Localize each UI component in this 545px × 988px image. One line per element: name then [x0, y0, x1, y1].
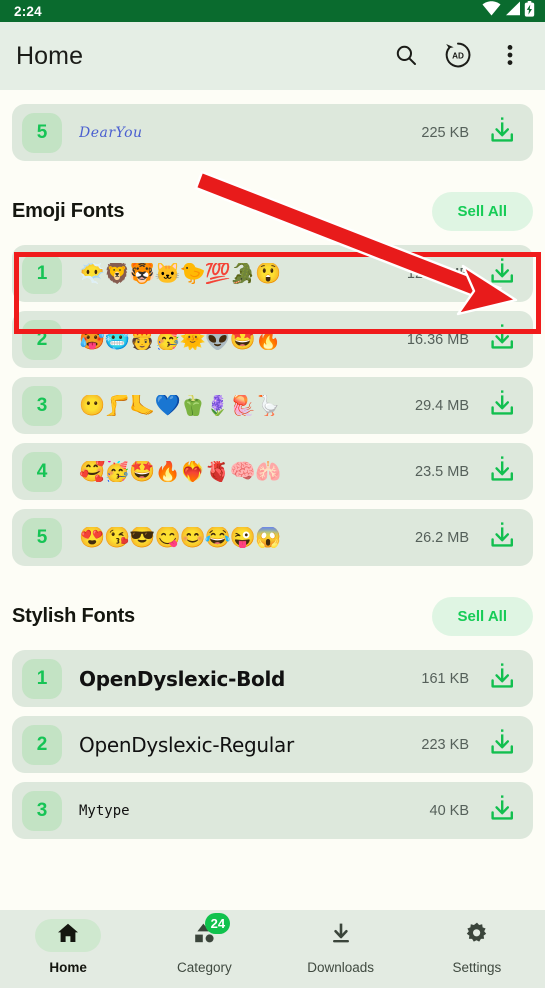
wifi-icon — [482, 1, 501, 21]
nav-badge-category: 24 — [205, 913, 231, 934]
download-button[interactable] — [485, 521, 519, 555]
nav-label-settings: Settings — [452, 960, 502, 975]
nav-label-category: Category — [176, 960, 232, 975]
font-name: 🥵🥶🫅🥳🌞👽🤩🔥 — [79, 329, 281, 350]
cellular-signal-icon — [504, 1, 521, 21]
font-name: OpenDyslexic-Bold — [79, 666, 286, 691]
font-list-item[interactable]: 1 😶‍🌫️🦁🐯🐱🐤💯🐊😲 12.92 MB — [12, 245, 533, 302]
nav-item-home[interactable]: Home — [0, 919, 136, 975]
download-button[interactable] — [485, 728, 519, 762]
nav-item-category[interactable]: 24 Category — [136, 913, 272, 975]
download-icon — [487, 454, 517, 489]
font-size-label: 223 KB — [421, 736, 469, 753]
app-bar: Home AD — [0, 22, 545, 90]
svg-text:AD: AD — [452, 51, 464, 60]
font-name: DearYou — [79, 124, 143, 141]
font-size-label: 12.92 MB — [406, 265, 469, 282]
rank-badge: 1 — [22, 253, 62, 294]
font-list-item[interactable]: 5 😍😘😎😋😊😂😜😱 26.2 MB — [12, 509, 533, 566]
download-icon — [487, 793, 517, 828]
overflow-menu-button[interactable] — [489, 35, 531, 77]
nav-item-settings[interactable]: Settings — [409, 919, 545, 975]
nav-icon-wrap-downloads — [308, 919, 374, 952]
download-button[interactable] — [485, 794, 519, 828]
font-size-label: 16.36 MB — [406, 331, 469, 348]
font-size-label: 40 KB — [429, 802, 470, 819]
sell-all-button-stylish-fonts[interactable]: Sell All — [431, 597, 533, 636]
font-name: Mytype — [79, 802, 130, 819]
nav-icon-wrap-category: 24 — [171, 913, 237, 952]
overflow-menu-icon — [507, 43, 513, 70]
download-icon — [487, 661, 517, 696]
download-icon — [487, 322, 517, 357]
download-icon — [487, 256, 517, 291]
download-icon — [487, 115, 517, 150]
bottom-navigation-bar: Home 24 Category Downloads Settings — [0, 910, 545, 988]
download-icon — [487, 388, 517, 423]
rank-badge: 2 — [22, 724, 62, 765]
section-title: Emoji Fonts — [12, 200, 125, 222]
sell-all-button-emoji-fonts[interactable]: Sell All — [431, 192, 533, 231]
rank-badge: 1 — [22, 658, 62, 699]
font-size-label: 26.2 MB — [415, 529, 469, 546]
battery-charging-icon — [524, 0, 535, 22]
font-list-item[interactable]: 2 OpenDyslexic-Regular 223 KB — [12, 716, 533, 773]
nav-icon-wrap-home — [35, 919, 102, 952]
download-icon — [487, 520, 517, 555]
download-button[interactable] — [485, 257, 519, 291]
home-icon — [56, 921, 80, 950]
search-icon — [394, 43, 418, 70]
nav-label-downloads: Downloads — [307, 960, 375, 975]
section-header-emoji-fonts: Emoji Fonts Sell All — [0, 170, 545, 245]
font-list-item[interactable]: 1 OpenDyslexic-Bold 161 KB — [12, 650, 533, 707]
nav-icon-wrap-settings — [444, 919, 510, 952]
download-icon — [329, 921, 353, 950]
scrollable-content[interactable]: 5 DearYou 225 KB Emoji Fonts Sell All 1 … — [0, 90, 545, 910]
font-name: 😶‍🌫️🦁🐯🐱🐤💯🐊😲 — [79, 263, 281, 284]
font-list-item[interactable]: 3 Mytype 40 KB — [12, 782, 533, 839]
nav-item-downloads[interactable]: Downloads — [273, 919, 409, 975]
remove-ads-icon: AD — [443, 40, 473, 73]
status-bar: 2:24 — [0, 0, 545, 22]
font-size-label: 29.4 MB — [415, 397, 469, 414]
download-button[interactable] — [485, 116, 519, 150]
page-title: Home — [16, 41, 84, 70]
font-name: 😶🦵🦶💙🫑🪻🪼🪿 — [79, 395, 281, 416]
rank-badge: 2 — [22, 319, 62, 360]
rank-badge: 4 — [22, 451, 62, 492]
search-button[interactable] — [385, 35, 427, 77]
font-list-item[interactable]: 5 DearYou 225 KB — [12, 104, 533, 161]
rank-badge: 3 — [22, 385, 62, 426]
font-name: 😍😘😎😋😊😂😜😱 — [79, 527, 281, 548]
download-button[interactable] — [485, 455, 519, 489]
nav-label-home: Home — [49, 960, 87, 975]
app-bar-actions: AD — [385, 35, 531, 77]
font-size-label: 225 KB — [421, 124, 469, 141]
status-bar-time: 2:24 — [14, 3, 42, 19]
download-icon — [487, 727, 517, 762]
download-button[interactable] — [485, 323, 519, 357]
section-title: Stylish Fonts — [12, 605, 135, 627]
rank-badge: 3 — [22, 790, 62, 831]
rank-badge: 5 — [22, 112, 62, 153]
font-name: 🥰🥳🤩🔥❤️‍🔥🫀🧠🫁 — [79, 461, 281, 482]
font-list-item[interactable]: 2 🥵🥶🫅🥳🌞👽🤩🔥 16.36 MB — [12, 311, 533, 368]
download-button[interactable] — [485, 662, 519, 696]
font-size-label: 161 KB — [421, 670, 469, 687]
font-list-item[interactable]: 4 🥰🥳🤩🔥❤️‍🔥🫀🧠🫁 23.5 MB — [12, 443, 533, 500]
font-size-label: 23.5 MB — [415, 463, 469, 480]
rank-badge: 5 — [22, 517, 62, 558]
status-bar-icons — [482, 0, 535, 22]
gear-icon — [465, 921, 489, 950]
section-header-stylish-fonts: Stylish Fonts Sell All — [0, 575, 545, 650]
remove-ads-button[interactable]: AD — [437, 35, 479, 77]
download-button[interactable] — [485, 389, 519, 423]
font-list-item[interactable]: 3 😶🦵🦶💙🫑🪻🪼🪿 29.4 MB — [12, 377, 533, 434]
font-name: OpenDyslexic-Regular — [79, 732, 294, 757]
